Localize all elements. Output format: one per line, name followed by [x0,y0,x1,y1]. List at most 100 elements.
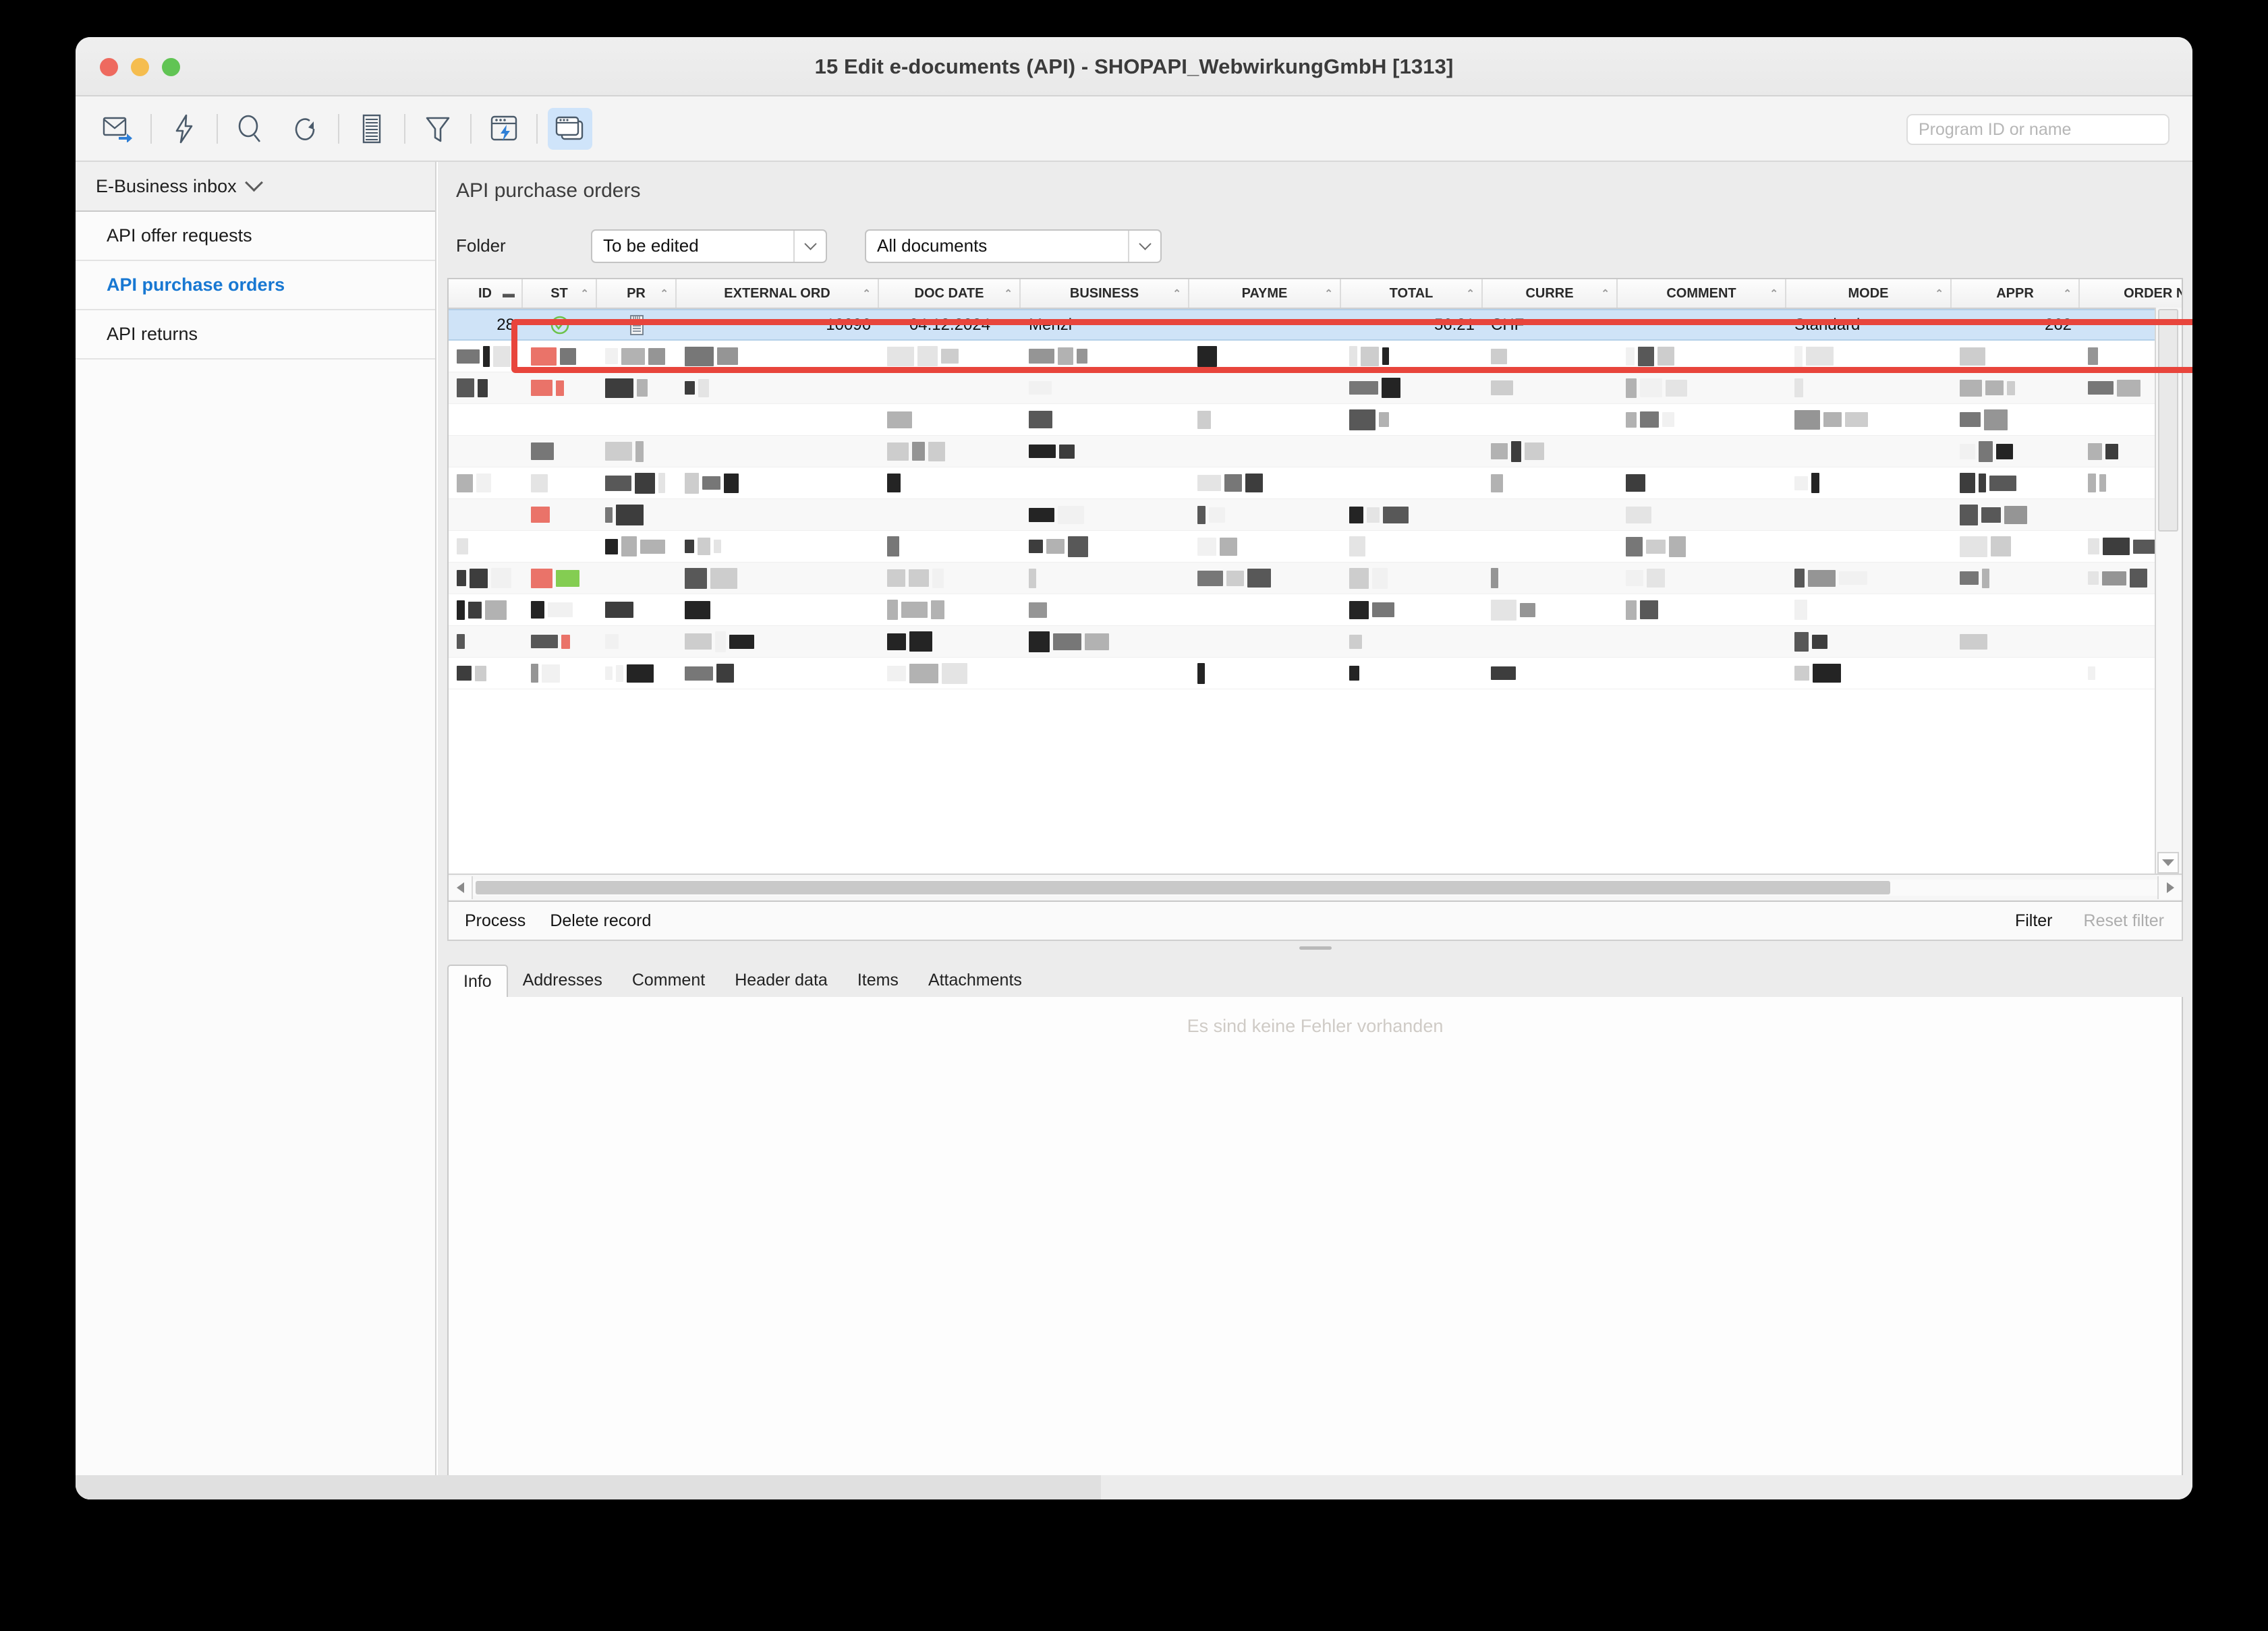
sidebar-item-api-purchase-orders[interactable]: API purchase orders [76,261,435,310]
cell-comment [1618,436,1786,467]
column-header-label: COMMENT [1666,285,1736,301]
table-row[interactable] [449,594,2182,626]
process-button[interactable]: Process [465,911,526,931]
tab-items[interactable]: Items [843,963,913,997]
column-header-curre[interactable]: CURRE ⌃ [1483,279,1618,308]
redacted-value [1077,349,1087,364]
redacted-value [2004,505,2027,524]
toolbar-separator-5 [470,114,472,144]
filter-button[interactable]: Filter [2015,911,2053,931]
column-header-total[interactable]: TOTAL ⌃ [1341,279,1483,308]
redacted-value [715,631,726,652]
horizontal-scrollbar-thumb[interactable] [476,881,1891,894]
windows-stack-icon[interactable] [548,108,592,150]
tab-header-data[interactable]: Header data [720,963,843,997]
horizontal-scrollbar-track[interactable] [473,880,2157,896]
column-header-appr[interactable]: APPR ⌃ [1952,279,2080,308]
cell-st [523,341,597,372]
scroll-right-button[interactable] [2157,876,2182,899]
table-row[interactable] [449,563,2182,594]
redacted-value [1794,409,1820,430]
table-row[interactable] [449,499,2182,531]
sidebar-item-api-offer-requests[interactable]: API offer requests [76,212,435,261]
column-header-comment[interactable]: COMMENT ⌃ [1618,279,1786,308]
column-header-payme[interactable]: PAYME ⌃ [1189,279,1341,308]
redacted-value [605,538,618,554]
redacted-value [457,349,480,364]
reset-filter-button[interactable]: Reset filter [2084,911,2164,931]
column-header-business[interactable]: BUSINESS ⌃ [1021,279,1189,308]
redacted-value [1638,346,1654,366]
table-row-selected[interactable]: 28 10096 04.12.2024 Menzi 56.21 CHF Standard 26… [449,309,2182,341]
redacted-value [605,378,633,398]
column-header-label: BUSINESS [1069,285,1139,301]
redacted-value [1029,445,1056,458]
table-row[interactable] [449,436,2182,467]
column-header-order_no[interactable]: ORDER NO⌃ [2080,279,2182,308]
table-row[interactable] [449,467,2182,499]
table-row[interactable] [449,404,2182,436]
table-row[interactable] [449,626,2182,658]
redacted-value [2088,666,2095,680]
cell-comment [1618,310,1786,339]
redacted-value [1626,536,1643,556]
filter-bar: Folder To be edited All documents [438,220,2192,272]
redacted-value [605,602,633,618]
scroll-left-button[interactable] [449,876,473,899]
folder-select[interactable]: To be edited [591,229,827,263]
redacted-value [605,348,619,364]
mail-inbox-icon[interactable] [96,108,140,150]
table-row[interactable] [449,658,2182,689]
table-row[interactable] [449,341,2182,372]
chevron-down-icon[interactable] [1128,230,1160,262]
panel-resize-grabber[interactable] [1299,946,1332,950]
redacted-value [1029,507,1054,522]
table-row[interactable] [449,372,2182,404]
redacted-value [1349,666,1359,681]
sort-icon: ⌃ [580,288,589,299]
column-header-mode[interactable]: MODE ⌃ [1786,279,1952,308]
sidebar-item-label: API returns [107,324,198,344]
column-header-external_ord[interactable]: EXTERNAL ORD ⌃ [677,279,879,308]
column-header-st[interactable]: ST ⌃ [523,279,597,308]
refresh-icon[interactable] [283,108,328,150]
list-icon[interactable] [349,108,394,150]
chevron-down-icon[interactable] [793,230,826,262]
column-header-pr[interactable]: PR ⌃ [597,279,677,308]
cell-doc_date [879,626,1021,657]
document-icon [629,314,645,336]
tab-addresses[interactable]: Addresses [508,963,617,997]
sidebar-header[interactable]: E-Business inbox [76,162,435,212]
toolbar-separator-1 [150,114,152,144]
cell-appr [1952,594,2080,625]
scroll-down-button[interactable] [2157,852,2179,874]
sidebar-item-api-returns[interactable]: API returns [76,310,435,360]
redacted-value [1960,633,1987,650]
lightning-icon[interactable] [162,108,206,150]
cell-curre [1483,467,1618,498]
column-header-doc_date[interactable]: DOC DATE ⌃ [879,279,1021,308]
tab-comment[interactable]: Comment [617,963,720,997]
tab-attachments[interactable]: Attachments [913,963,1037,997]
search-icon[interactable] [228,108,273,150]
table-row[interactable] [449,531,2182,563]
vertical-scrollbar-thumb[interactable] [2158,309,2178,532]
cell-st [523,372,597,403]
table-horizontal-scrollbar[interactable] [449,874,2182,900]
cell-business [1021,372,1189,403]
table-vertical-scrollbar[interactable] [2155,308,2182,875]
redacted-value [1382,378,1400,398]
column-header-id[interactable]: ID ▬ [449,279,523,308]
tab-info[interactable]: Info [447,965,508,998]
redacted-value [685,346,714,366]
redacted-value [1491,443,1508,459]
redacted-value [2117,379,2141,397]
cell-pr [597,404,677,435]
program-search-input[interactable] [1906,114,2170,145]
redacted-value [1813,664,1841,683]
window-lightning-icon[interactable] [482,108,526,150]
document-type-select[interactable]: All documents [865,229,1162,263]
filter-funnel-icon[interactable] [416,108,460,150]
cell-external_ord [677,658,879,689]
delete-record-button[interactable]: Delete record [550,911,651,931]
